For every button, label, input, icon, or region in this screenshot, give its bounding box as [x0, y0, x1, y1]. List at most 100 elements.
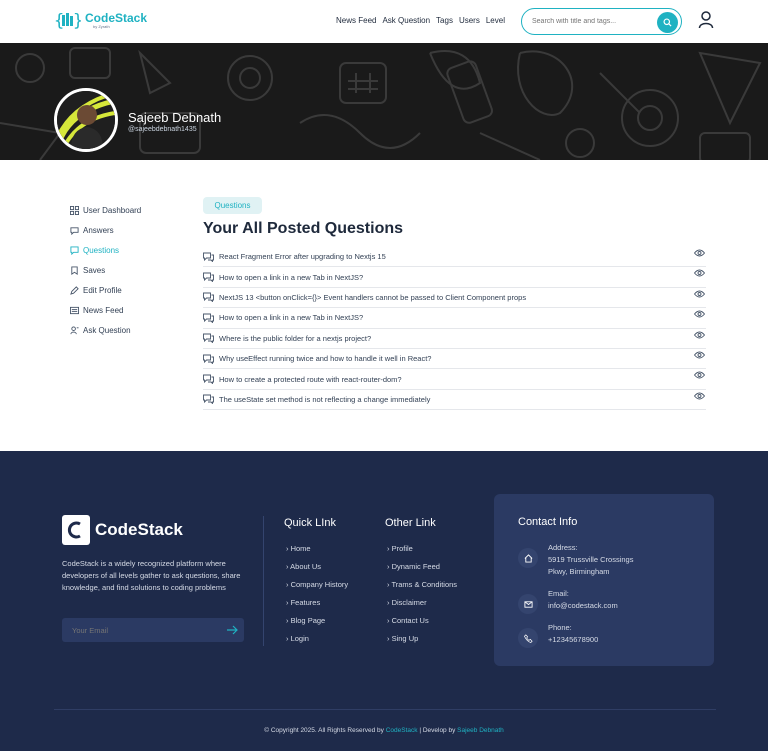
profile-banner — [0, 43, 768, 160]
footer-link-features[interactable]: › Features — [286, 598, 348, 616]
arrow-right-icon[interactable] — [226, 624, 238, 636]
sidebar-item-label: Ask Question — [83, 325, 131, 335]
nav-level[interactable]: Level — [486, 16, 505, 25]
search-input[interactable] — [532, 18, 647, 25]
mail-icon — [518, 594, 538, 614]
logo-mark-icon: { } — [54, 11, 81, 30]
doodle-pattern — [0, 47, 762, 160]
footer-link-login[interactable]: › Login — [286, 634, 348, 652]
footer-link-dynamic-feed[interactable]: › Dynamic Feed — [387, 562, 457, 580]
question-title[interactable]: NextJS 13 <button onClick={}> Event hand… — [219, 293, 526, 302]
sidebar-item-ask-question[interactable]: Ask Question — [70, 320, 141, 340]
footer-logo[interactable]: CodeStack — [62, 515, 183, 545]
eye-icon[interactable] — [694, 269, 705, 277]
avatar[interactable] — [54, 88, 118, 152]
footer-link-blog-page[interactable]: › Blog Page — [286, 616, 348, 634]
sidebar-item-user-dashboard[interactable]: User Dashboard — [70, 200, 141, 220]
footer-divider — [263, 516, 264, 646]
question-row[interactable]: React Fragment Error after upgrading to … — [203, 247, 706, 268]
sidebar-item-answers[interactable]: Answers — [70, 220, 141, 240]
email-value[interactable]: info@codestack.com — [548, 600, 618, 612]
question-title[interactable]: React Fragment Error after upgrading to … — [219, 252, 386, 261]
footer-link-sign-up[interactable]: › Sing Up — [387, 634, 457, 652]
question-row[interactable]: How to open a link in a new Tab in NextJ… — [203, 267, 706, 288]
footer-link-home[interactable]: › Home — [286, 544, 348, 562]
sidebar-item-news-feed[interactable]: News Feed — [70, 300, 141, 320]
brand-logo[interactable]: { } CodeStack by Zyrath — [54, 10, 147, 30]
question-row[interactable]: Where is the public folder for a nextjs … — [203, 329, 706, 349]
newsletter-form — [62, 618, 244, 642]
eye-icon[interactable] — [694, 310, 705, 318]
tab-questions[interactable]: Questions — [203, 197, 262, 214]
dashboard-icon — [70, 205, 79, 215]
question-chat-icon — [203, 394, 214, 405]
developer-link[interactable]: Sajeeb Debnath — [457, 727, 504, 734]
search-button[interactable] — [657, 12, 678, 33]
footer-logo-mark — [62, 515, 90, 545]
newspaper-icon — [70, 306, 79, 314]
eye-icon[interactable] — [694, 392, 705, 400]
footer-link-terms[interactable]: › Trams & Conditions — [387, 580, 457, 598]
chat-icon — [70, 226, 79, 235]
question-chat-icon — [203, 333, 214, 344]
question-row[interactable]: How to open a link in a new Tab in NextJ… — [203, 308, 706, 329]
phone-label: Phone: — [548, 623, 572, 632]
sidebar-item-label: Edit Profile — [83, 285, 122, 295]
sidebar-item-questions[interactable]: Questions — [70, 240, 141, 260]
home-icon — [518, 548, 538, 568]
eye-icon[interactable] — [694, 290, 705, 298]
question-chat-icon — [203, 252, 214, 262]
top-navbar: { } CodeStack by Zyrath News Feed Ask Qu… — [0, 0, 768, 43]
question-title[interactable]: The useState set method is not reflectin… — [219, 395, 430, 404]
address-label: Address: — [548, 543, 578, 552]
page-title: Your All Posted Questions — [203, 220, 404, 237]
question-row[interactable]: The useState set method is not reflectin… — [203, 390, 706, 411]
question-chat-icon — [203, 374, 214, 385]
email-field[interactable] — [72, 625, 212, 635]
question-row[interactable]: How to create a protected route with rea… — [203, 369, 706, 390]
contact-email: Email: info@codestack.com — [518, 588, 618, 614]
nav-ask-question[interactable]: Ask Question — [382, 16, 430, 25]
contact-phone: Phone: +12345678900 — [518, 622, 598, 648]
user-ask-icon — [70, 325, 79, 334]
nav-tags[interactable]: Tags — [436, 16, 453, 25]
contact-address: Address: 5919 Trussville Crossings Pkwy,… — [518, 542, 633, 578]
question-row[interactable]: Why useEffect running twice and how to h… — [203, 349, 706, 370]
eye-icon[interactable] — [694, 351, 705, 359]
address-line-2: Pkwy, Birmingham — [548, 567, 610, 576]
eye-icon[interactable] — [694, 371, 705, 379]
sidebar-item-label: User Dashboard — [83, 205, 142, 215]
sidebar-item-label: Questions — [83, 245, 120, 255]
question-chat-icon — [203, 354, 214, 364]
other-link-list: › Profile › Dynamic Feed › Trams & Condi… — [387, 544, 457, 652]
phone-value[interactable]: +12345678900 — [548, 634, 598, 646]
footer-link-disclaimer[interactable]: › Disclaimer — [387, 598, 457, 616]
question-title[interactable]: Where is the public folder for a nextjs … — [219, 334, 371, 343]
footer-link-profile[interactable]: › Profile — [387, 544, 457, 562]
search-bar — [521, 8, 682, 35]
contact-info-card: Contact Info Address: 5919 Trussville Cr… — [494, 494, 714, 666]
eye-icon[interactable] — [694, 249, 705, 257]
nav-news-feed[interactable]: News Feed — [336, 16, 376, 25]
footer-description: CodeStack is a widely recognized platfor… — [62, 559, 241, 592]
question-title[interactable]: How to open a link in a new Tab in NextJ… — [219, 313, 363, 322]
question-title[interactable]: How to open a link in a new Tab in NextJ… — [219, 273, 363, 282]
footer-link-company-history[interactable]: › Company History — [286, 580, 348, 598]
search-icon — [663, 18, 672, 27]
question-row[interactable]: NextJS 13 <button onClick={}> Event hand… — [203, 288, 706, 309]
user-icon[interactable] — [698, 11, 714, 29]
sidebar-item-edit-profile[interactable]: Edit Profile — [70, 280, 141, 300]
question-icon — [70, 245, 79, 255]
footer-link-contact-us[interactable]: › Contact Us — [387, 616, 457, 634]
question-list: React Fragment Error after upgrading to … — [203, 247, 706, 411]
question-title[interactable]: How to create a protected route with rea… — [219, 375, 402, 384]
sidebar-item-saves[interactable]: Saves — [70, 260, 141, 280]
question-chat-icon — [203, 272, 214, 283]
copyright-brand-link[interactable]: CodeStack — [386, 727, 418, 734]
sidebar-item-label: Saves — [83, 265, 106, 275]
footer-link-about-us[interactable]: › About Us — [286, 562, 348, 580]
eye-icon[interactable] — [694, 331, 705, 339]
avatar-image — [57, 91, 115, 149]
question-title[interactable]: Why useEffect running twice and how to h… — [219, 354, 431, 363]
nav-users[interactable]: Users — [459, 16, 480, 25]
